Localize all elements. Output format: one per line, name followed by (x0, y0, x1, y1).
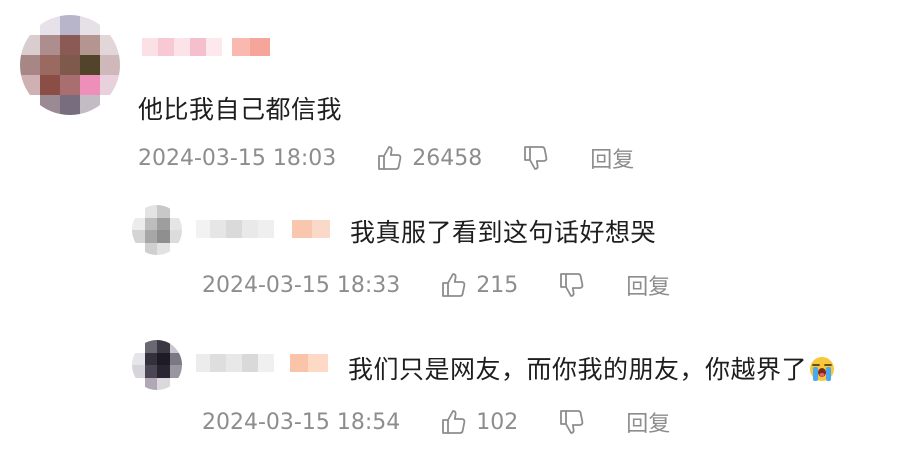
comment-date: 2024-03-15 18:33 (202, 272, 401, 298)
loudly-crying-face-icon (810, 357, 835, 381)
username-blurred[interactable] (196, 220, 330, 238)
avatar[interactable] (132, 340, 182, 390)
username-blurred[interactable] (196, 354, 328, 372)
comment-date: 2024-03-15 18:54 (202, 409, 401, 435)
comment-text: 我真服了看到这句话好想哭 (350, 218, 657, 247)
avatar[interactable] (132, 205, 182, 255)
reply-button[interactable]: 回复 (626, 406, 670, 438)
like-count: 215 (476, 272, 519, 298)
thumbs-down-icon[interactable] (522, 144, 550, 172)
thumbs-up-icon[interactable] (440, 271, 468, 299)
like-count: 26458 (412, 145, 483, 171)
reply-button[interactable]: 回复 (626, 269, 670, 301)
username-blurred[interactable] (142, 38, 270, 56)
comment-meta: 2024-03-15 18:54 102 回复 (202, 406, 670, 438)
comment-meta: 2024-03-15 18:33 215 回复 (202, 269, 670, 301)
comment-text-body: 我们只是网友，而你我的朋友，你越界了 (348, 355, 808, 384)
thumbs-up-icon[interactable] (376, 144, 404, 172)
comment-date: 2024-03-15 18:03 (138, 145, 337, 171)
comment-text: 他比我自己都信我 (138, 95, 343, 124)
thumbs-up-icon[interactable] (440, 408, 468, 436)
reply-button[interactable]: 回复 (590, 142, 634, 174)
thumbs-down-icon[interactable] (558, 408, 586, 436)
thumbs-down-icon[interactable] (558, 271, 586, 299)
comment-meta: 2024-03-15 18:03 26458 回复 (138, 142, 634, 174)
avatar[interactable] (20, 15, 120, 115)
like-count: 102 (476, 409, 519, 435)
comment-text: 我们只是网友，而你我的朋友，你越界了 (348, 350, 835, 386)
